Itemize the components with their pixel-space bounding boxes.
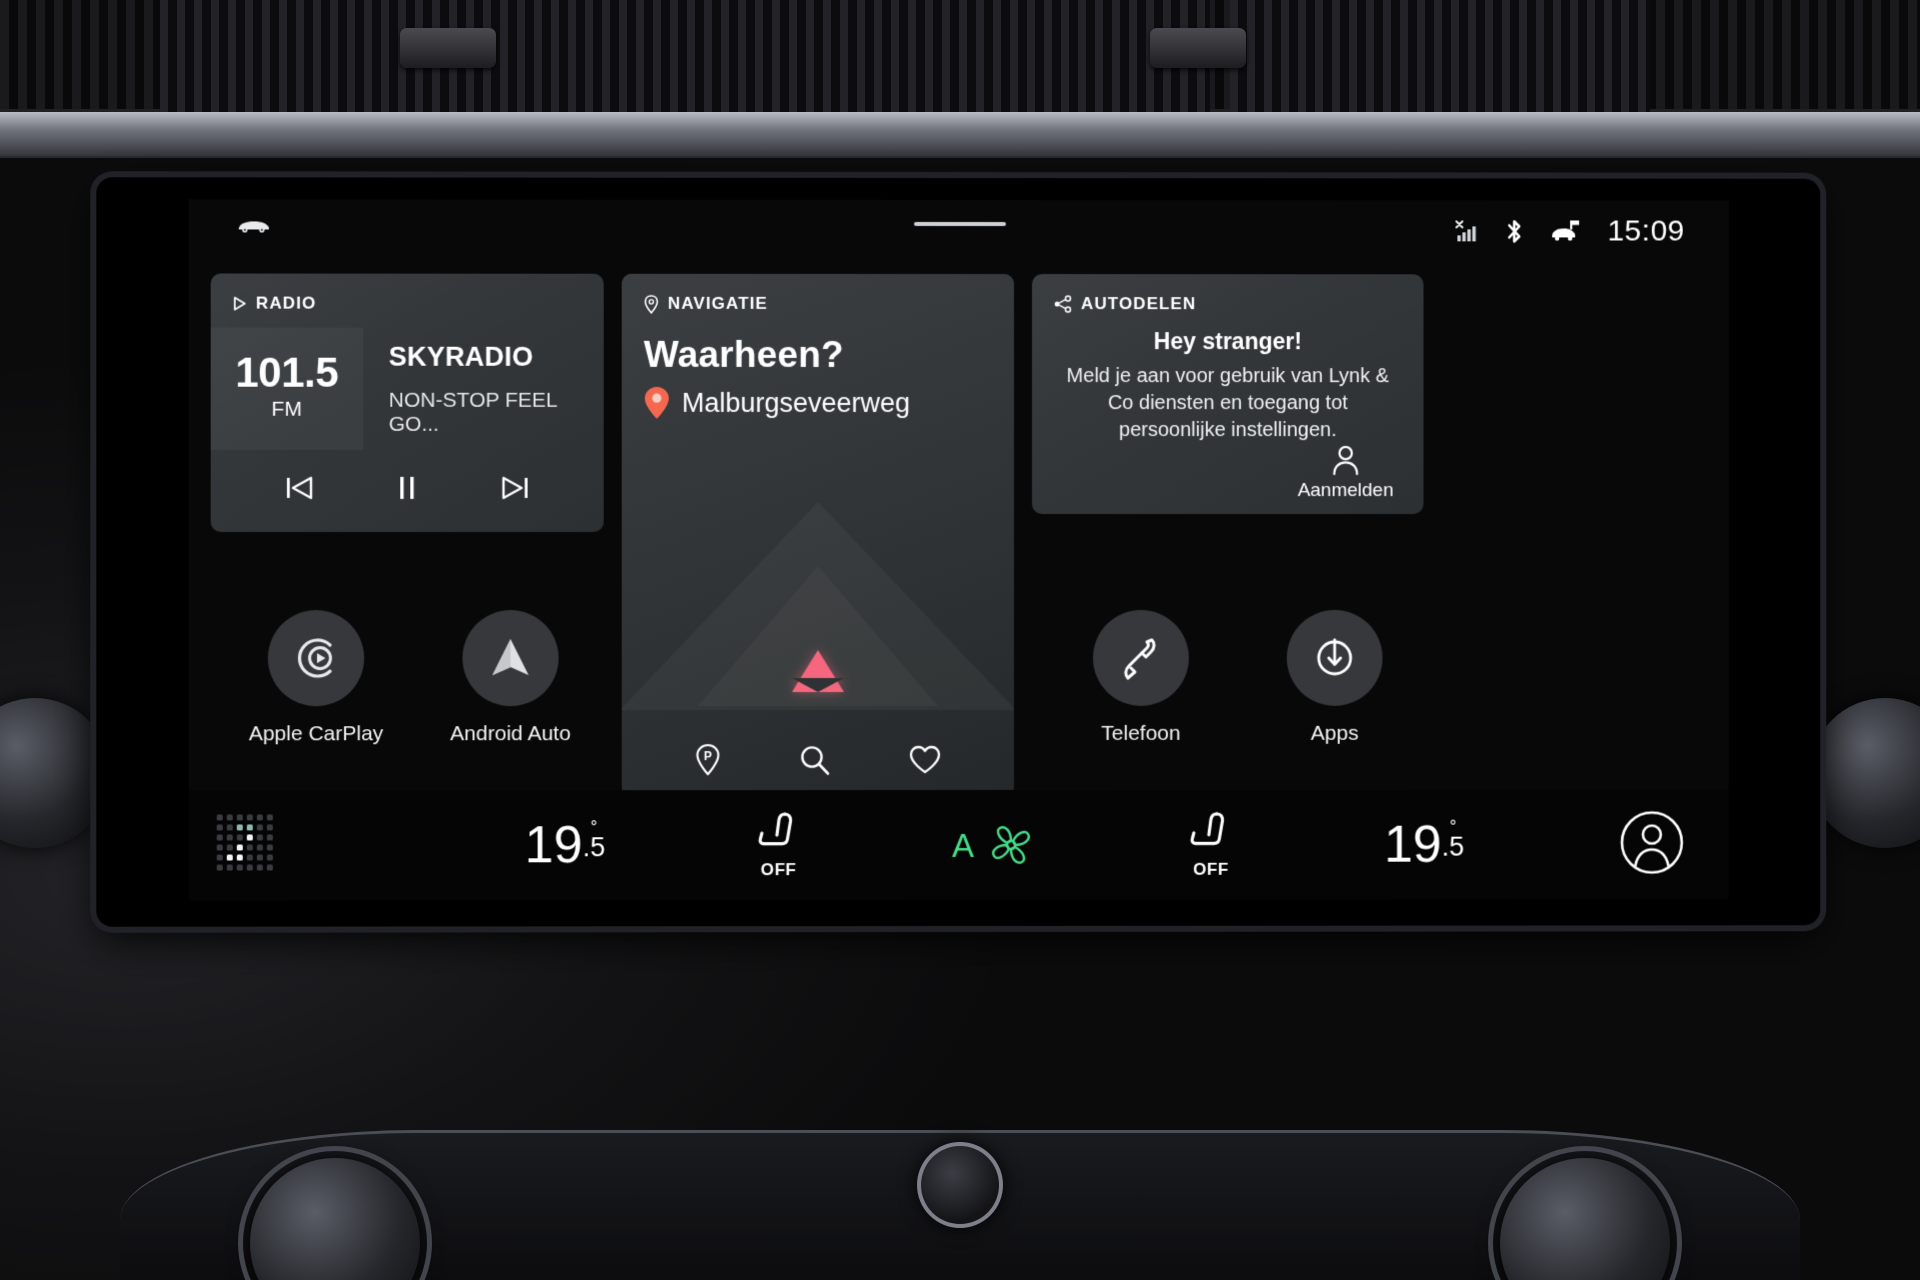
shortcut-label-apple-carplay: Apple CarPlay bbox=[248, 722, 384, 746]
car-sharing-description: Meld je aan voor gebruik van Lynk & Co d… bbox=[1066, 365, 1389, 441]
radio-card-header: RADIO bbox=[211, 274, 604, 314]
auto-climate-toggle[interactable]: A bbox=[952, 819, 1038, 871]
driver-temp-whole: 19 bbox=[524, 816, 583, 875]
navigation-card[interactable]: NAVIGATIE Waarheen? Malburgseveerweg P bbox=[621, 273, 1014, 797]
passenger-temp-fraction: ° .5 bbox=[1441, 817, 1465, 862]
carplay-icon bbox=[267, 610, 365, 707]
status-bar-indicators: 15:09 bbox=[1454, 200, 1685, 262]
car-sharing-card[interactable]: AUTODELEN Hey stranger! Meld je aan voor… bbox=[1031, 274, 1424, 515]
infotainment-display-bezel: 15:09 RADIO 101.5 FM SKYRADIO NON-STOP F… bbox=[96, 177, 1821, 927]
climate-controls: 19 ° .5 OFF A OFF 19 ° .5 bbox=[449, 790, 1539, 901]
radio-station-info: SKYRADIO NON-STOP FEEL GO... bbox=[363, 328, 604, 450]
navigation-card-content: NAVIGATIE Waarheen? Malburgseveerweg bbox=[622, 274, 1014, 420]
shortcut-apps[interactable]: Apps bbox=[1260, 609, 1410, 746]
navigation-prompt: Waarheen? bbox=[643, 333, 844, 375]
clock: 15:09 bbox=[1607, 214, 1685, 248]
seat-icon bbox=[756, 810, 802, 858]
home-card-grid: RADIO 101.5 FM SKYRADIO NON-STOP FEEL GO… bbox=[189, 261, 1729, 842]
car-antenna-icon bbox=[1550, 218, 1582, 244]
car-dashboard: 15:09 RADIO 101.5 FM SKYRADIO NON-STOP F… bbox=[0, 0, 1920, 1280]
car-sharing-headline: Hey stranger! bbox=[1153, 328, 1302, 355]
user-profile-icon[interactable] bbox=[1619, 810, 1685, 876]
car-sharing-card-title: AUTODELEN bbox=[1080, 294, 1197, 314]
driver-seat-heater[interactable]: OFF bbox=[756, 810, 802, 880]
radio-card-title: RADIO bbox=[255, 293, 317, 313]
radio-station-name: SKYRADIO bbox=[388, 341, 534, 372]
phone-handset-icon bbox=[1092, 609, 1189, 706]
favorite-heart-icon[interactable] bbox=[908, 744, 942, 776]
shortcut-telefoon[interactable]: Telefoon bbox=[1066, 609, 1216, 746]
radio-band: FM bbox=[271, 397, 302, 421]
destination-pin-icon bbox=[644, 386, 670, 420]
fan-icon bbox=[984, 819, 1038, 871]
dashboard-chrome-trim bbox=[0, 112, 1920, 182]
navigation-card-header: NAVIGATIE bbox=[643, 274, 1014, 314]
sign-in-label: Aanmelden bbox=[1297, 480, 1394, 502]
power-download-icon bbox=[1286, 609, 1383, 706]
radio-frequency-box: 101.5 FM bbox=[210, 327, 363, 450]
navigation-card-title: NAVIGATIE bbox=[667, 293, 768, 313]
radio-transport-controls bbox=[211, 450, 604, 526]
driver-temp-decimal: .5 bbox=[582, 832, 606, 863]
bluetooth-icon bbox=[1506, 217, 1524, 245]
android-auto-icon bbox=[462, 610, 559, 707]
radio-track-title: NON-STOP FEEL GO... bbox=[388, 388, 557, 436]
passenger-temp-decimal: .5 bbox=[1441, 831, 1465, 862]
driver-temperature[interactable]: 19 ° .5 bbox=[525, 815, 606, 875]
passenger-seat-heater[interactable]: OFF bbox=[1188, 810, 1234, 880]
share-nodes-icon bbox=[1054, 295, 1072, 313]
panel-drag-handle[interactable] bbox=[913, 221, 1006, 227]
shortcut-android-auto[interactable]: Android Auto bbox=[435, 610, 585, 746]
dot-matrix-icon[interactable] bbox=[215, 812, 281, 878]
svg-text:P: P bbox=[704, 750, 712, 764]
passenger-temperature[interactable]: 19 ° .5 bbox=[1384, 815, 1464, 875]
radio-frequency: 101.5 bbox=[235, 348, 339, 396]
navigation-quick-tools: P bbox=[622, 724, 1014, 796]
shortcut-label-apps: Apps bbox=[1310, 721, 1359, 745]
auto-label: A bbox=[951, 826, 974, 864]
navigation-destination-row[interactable]: Malburgseveerweg bbox=[644, 386, 1014, 420]
sign-in-button[interactable]: Aanmelden bbox=[1298, 444, 1394, 502]
signal-no-service-icon bbox=[1454, 218, 1480, 244]
shortcut-label-android-auto: Android Auto bbox=[450, 722, 571, 746]
home-hardware-button[interactable] bbox=[917, 1142, 1003, 1228]
parking-pin-icon[interactable]: P bbox=[694, 743, 722, 777]
navigation-destination: Malburgseveerweg bbox=[681, 387, 911, 418]
car-sharing-card-header: AUTODELEN bbox=[1032, 274, 1423, 314]
play-triangle-icon bbox=[233, 296, 247, 312]
shortcut-label-telefoon: Telefoon bbox=[1101, 721, 1181, 745]
vehicle-position-arrow bbox=[791, 650, 844, 693]
shortcut-apple-carplay[interactable]: Apple CarPlay bbox=[241, 610, 391, 746]
skip-next-icon[interactable] bbox=[497, 473, 531, 503]
radio-card[interactable]: RADIO 101.5 FM SKYRADIO NON-STOP FEEL GO… bbox=[210, 273, 604, 532]
passenger-seat-state: OFF bbox=[1193, 859, 1229, 879]
seat-icon bbox=[1188, 810, 1234, 858]
status-bar: 15:09 bbox=[189, 199, 1729, 262]
driver-temp-fraction: ° .5 bbox=[582, 817, 606, 863]
dashboard-vent-grille bbox=[0, 0, 1920, 112]
passenger-temp-whole: 19 bbox=[1384, 815, 1442, 874]
skip-previous-icon[interactable] bbox=[283, 473, 317, 503]
infotainment-screen[interactable]: 15:09 RADIO 101.5 FM SKYRADIO NON-STOP F… bbox=[188, 199, 1729, 901]
pause-icon[interactable] bbox=[394, 473, 420, 503]
person-icon bbox=[1331, 444, 1361, 476]
radio-now-playing: 101.5 FM SKYRADIO NON-STOP FEEL GO... bbox=[210, 327, 604, 450]
driver-seat-state: OFF bbox=[760, 860, 797, 880]
car-silhouette-icon bbox=[237, 217, 271, 233]
climate-control-bar: 19 ° .5 OFF A OFF 19 ° .5 bbox=[188, 789, 1729, 901]
location-pin-icon bbox=[643, 294, 659, 314]
search-icon[interactable] bbox=[798, 743, 832, 777]
